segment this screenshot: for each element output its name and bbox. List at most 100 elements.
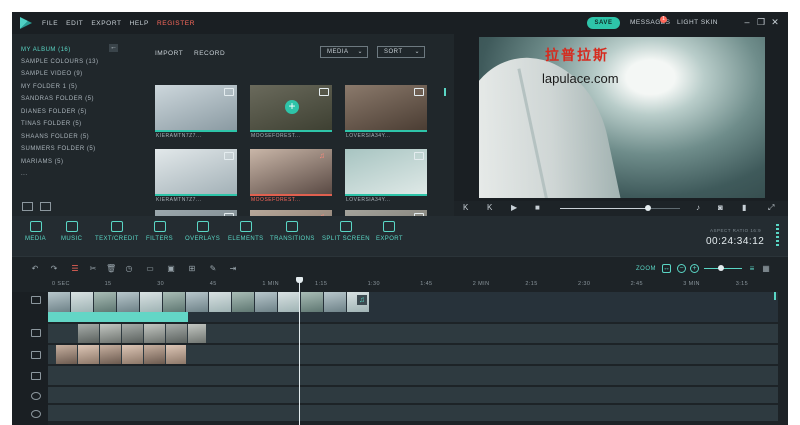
detach-audio-icon[interactable]: ⇥ (228, 264, 238, 273)
play-icon[interactable]: ▶ (511, 203, 517, 213)
preview-scrubber-handle[interactable] (644, 205, 651, 211)
microphone-icon[interactable]: ♪ (696, 203, 700, 213)
library-item[interactable]: MY FOLDER 1 (5) (21, 84, 77, 90)
menu-register[interactable]: REGISTER (157, 20, 195, 27)
tool-label: FILTERS (146, 236, 174, 242)
ruler-tick-label: 2:45 (630, 281, 643, 287)
overlay-track-2[interactable] (48, 366, 778, 385)
zoom-in-icon[interactable]: + (690, 264, 699, 273)
record-tab[interactable]: RECORD (194, 50, 225, 57)
overlays-tool-button[interactable]: OVERLAYS (185, 221, 220, 242)
cut-icon[interactable]: ✂ (88, 264, 98, 273)
list-view-icon[interactable]: ≡ (747, 264, 757, 273)
library-item[interactable]: TINAS FOLDER (5) (21, 121, 82, 127)
menu-file[interactable]: FILE (42, 20, 58, 27)
media-thumbnail[interactable]: MOOSEFOREST... + (250, 85, 332, 139)
color-picker-icon[interactable]: ✎ (208, 264, 218, 273)
zoom-fit-icon[interactable]: ↔ (662, 264, 671, 273)
crop-icon[interactable]: ▭ (145, 264, 155, 273)
playhead-handle[interactable] (296, 277, 303, 283)
preview-scrubber[interactable] (560, 208, 680, 209)
step-back-icon[interactable]: K (487, 203, 492, 213)
playhead[interactable] (299, 278, 300, 425)
tool-label: MUSIC (61, 236, 83, 242)
volume-icon[interactable]: ▮ (742, 203, 746, 213)
split-screen-tool-button[interactable]: SPLIT SCREEN (322, 221, 370, 242)
light-skin-toggle[interactable]: LIGHT SKIN (677, 19, 718, 26)
library-item[interactable]: SAMPLE VIDEO (9) (21, 71, 83, 77)
thumbnail-underline (155, 130, 237, 132)
speed-icon[interactable]: ◷ (124, 264, 134, 273)
image-track-icon (31, 372, 41, 380)
snapshot-icon[interactable]: ◙ (718, 203, 723, 213)
audio-track-2[interactable] (48, 405, 778, 421)
video-clip[interactable]: ♫ (48, 292, 370, 322)
export-tool-button[interactable]: EXPORT (376, 221, 403, 242)
media-tool-button[interactable]: MEDIA (25, 221, 46, 242)
menu-export[interactable]: EXPORT (91, 20, 121, 27)
media-thumbnail[interactable]: LOVERSIA34Y... (345, 149, 427, 203)
music-tool-button[interactable]: MUSIC (61, 221, 82, 242)
library-item[interactable]: ... (21, 171, 28, 177)
overlay-track-1[interactable] (48, 345, 778, 364)
import-tab[interactable]: IMPORT (155, 50, 183, 57)
clip-frame (301, 292, 323, 312)
media-thumbnail[interactable]: KIERAMTN7Z7... (155, 85, 237, 139)
menu-help[interactable]: HELP (130, 20, 149, 27)
media-thumbnail[interactable]: ♫ MOOSEFOREST... (250, 149, 332, 203)
elements-tool-button[interactable]: ELEMENTS (228, 221, 264, 242)
collapse-panel-icon[interactable]: ← (109, 44, 118, 52)
library-item[interactable]: SANDRAS FOLDER (5) (21, 96, 94, 102)
ruler-tick-label: 0 SEC (52, 281, 70, 287)
stop-icon[interactable]: ■ (535, 203, 540, 213)
image-clip[interactable] (56, 345, 186, 364)
chevron-down-icon: ⌄ (414, 49, 420, 55)
clip-frame (209, 292, 231, 312)
menu-edit[interactable]: EDIT (66, 20, 83, 27)
redo-icon[interactable]: ↷ (49, 264, 59, 273)
add-to-timeline-icon[interactable]: + (285, 100, 299, 114)
music-note-icon (65, 221, 78, 232)
text-credit-tool-button[interactable]: TEXT/CREDIT (95, 221, 139, 242)
library-item[interactable]: SUMMERS FOLDER (5) (21, 146, 96, 152)
ruler-tick-label: 2 MIN (472, 281, 490, 287)
skip-back-icon[interactable]: K (463, 203, 468, 213)
library-item[interactable]: MARIAMS (5) (21, 159, 64, 165)
save-button[interactable]: SAVE (587, 17, 620, 29)
close-icon[interactable]: ✕ (770, 17, 780, 27)
add-folder-icon[interactable] (22, 202, 33, 211)
video-clip[interactable] (78, 324, 206, 343)
timeline-ruler[interactable]: 0 SEC 15 30 45 1 MIN 1:15 1:30 1:45 2 MIN 2:15 2:3… (48, 280, 788, 292)
library-item[interactable]: MY ALBUM (16) (21, 47, 71, 53)
media-thumbnail[interactable]: LOVERSIA34Y... (345, 85, 427, 139)
zoom-slider-handle[interactable] (718, 265, 725, 271)
media-scrollbar[interactable] (444, 88, 446, 96)
minimize-icon[interactable]: – (742, 17, 752, 27)
zoom-out-icon[interactable]: − (677, 264, 686, 273)
undo-icon[interactable]: ↶ (30, 264, 40, 273)
audio-track-1[interactable] (48, 387, 778, 403)
snapshot-icon[interactable]: ▣ (166, 264, 176, 273)
delete-icon[interactable]: 🗑 (106, 264, 116, 273)
delete-folder-icon[interactable] (40, 202, 51, 211)
clip-frame (144, 345, 165, 364)
library-item[interactable]: SHAANS FOLDER (5) (21, 134, 89, 140)
settings-sliders-icon[interactable]: ☰ (70, 264, 80, 273)
maximize-icon[interactable]: ❐ (756, 17, 766, 27)
transitions-tool-button[interactable]: TRANSITIONS (270, 221, 315, 242)
thumbnail-underline (250, 130, 332, 132)
grid-view-icon[interactable]: ▦ (761, 264, 771, 273)
video-track-1[interactable]: ♫ (48, 292, 778, 322)
media-thumbnail[interactable]: KIERAMTN7Z7... (155, 149, 237, 203)
adjust-icon[interactable]: ⊞ (187, 264, 197, 273)
media-filter-dropdown[interactable]: MEDIA ⌄ (320, 46, 368, 58)
fullscreen-icon[interactable]: ⤢ (768, 203, 774, 213)
sort-dropdown[interactable]: SORT ⌄ (377, 46, 425, 58)
filters-tool-button[interactable]: FILTERS (146, 221, 173, 242)
tool-label: TEXT/CREDIT (95, 236, 139, 242)
thumbnail-name: LOVERSIA34Y... (346, 133, 391, 139)
video-track-2[interactable] (48, 324, 778, 343)
library-item[interactable]: DIANES FOLDER (5) (21, 109, 87, 115)
clip-frame (100, 345, 121, 364)
library-item[interactable]: SAMPLE COLOURS (13) (21, 59, 99, 65)
